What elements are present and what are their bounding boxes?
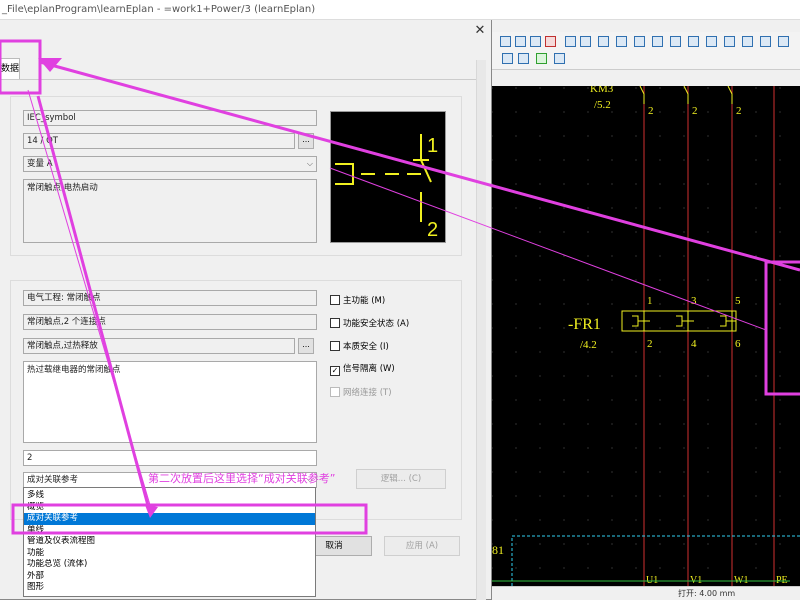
annotation-box-option bbox=[11, 503, 368, 535]
annotation-box-canvas bbox=[764, 260, 800, 396]
annotation-text: 第二次放置后这里选择“成对关联参考” bbox=[148, 472, 336, 485]
annotation-arrow bbox=[36, 95, 152, 514]
arrowhead-icon bbox=[38, 58, 62, 72]
annotation-arrow bbox=[39, 60, 800, 272]
annotation-line bbox=[329, 167, 767, 331]
annotation-overlay bbox=[0, 39, 800, 535]
arrowhead-icon bbox=[145, 505, 158, 518]
annotation-line bbox=[27, 89, 151, 506]
annotation-box-tab bbox=[0, 39, 42, 95]
